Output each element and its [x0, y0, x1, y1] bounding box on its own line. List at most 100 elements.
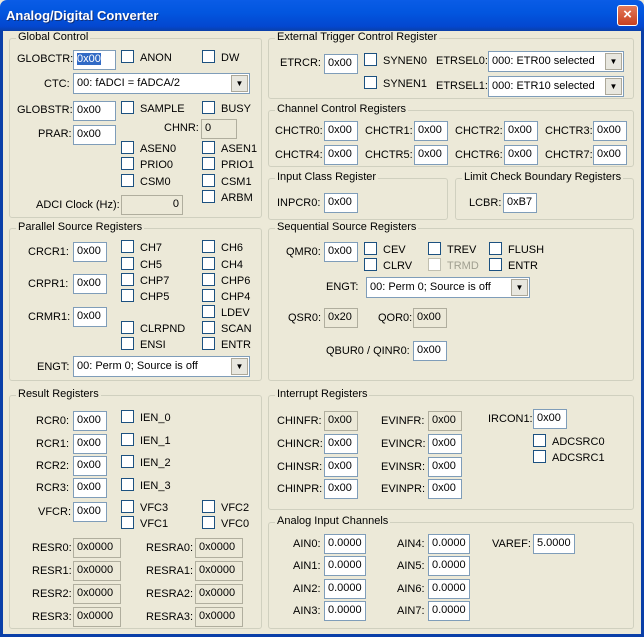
close-button[interactable]: ×: [617, 5, 638, 26]
csm0-checkbox[interactable]: CSM0: [121, 174, 171, 188]
trev-checkbox[interactable]: TREV: [428, 242, 476, 256]
scan-checkbox[interactable]: SCAN: [202, 321, 252, 335]
ain3-input[interactable]: 0.0000: [324, 601, 366, 621]
ain0-input[interactable]: 0.0000: [324, 534, 366, 554]
clrv-checkbox[interactable]: CLRV: [364, 258, 412, 272]
qmr0-input[interactable]: 0x00: [324, 242, 358, 262]
ctc-select[interactable]: 00: fADCI = fADCA/2 ▼: [73, 73, 250, 94]
evincr-input[interactable]: 0x00: [428, 434, 462, 454]
prio0-checkbox[interactable]: PRIO0: [121, 157, 173, 171]
chp4-checkbox[interactable]: CHP4: [202, 289, 250, 303]
chinpr-input[interactable]: 0x00: [324, 479, 358, 499]
etrcr-input[interactable]: 0x00: [324, 54, 358, 74]
ain1-input[interactable]: 0.0000: [324, 556, 366, 576]
ch5-checkbox[interactable]: CH5: [121, 257, 162, 271]
chp6-checkbox[interactable]: CHP6: [202, 273, 250, 287]
sample-checkbox[interactable]: SAMPLE: [121, 101, 185, 115]
adcsrc0-checkbox[interactable]: ADCSRC0: [533, 434, 605, 448]
evinpr-label: EVINPR:: [381, 483, 426, 495]
asen0-checkbox[interactable]: ASEN0: [121, 141, 176, 155]
synen0-checkbox[interactable]: SYNEN0: [364, 53, 427, 67]
ldev-checkbox[interactable]: LDEV: [202, 305, 250, 319]
csm1-checkbox[interactable]: CSM1: [202, 174, 252, 188]
crmr1-input[interactable]: 0x00: [73, 307, 107, 327]
resr3-label: RESR3:: [32, 611, 72, 623]
etrsel1-select[interactable]: 000: ETR10 selected ▼: [488, 76, 624, 97]
dw-checkbox[interactable]: DW: [202, 50, 239, 64]
adcsrc1-checkbox[interactable]: ADCSRC1: [533, 450, 605, 464]
group-title: Parallel Source Registers: [16, 221, 145, 233]
ien0-checkbox[interactable]: IEN_0: [121, 410, 171, 424]
clrpnd-checkbox[interactable]: CLRPND: [121, 321, 185, 335]
rcr0-input[interactable]: 0x00: [73, 411, 107, 431]
chp5-checkbox[interactable]: CHP5: [121, 289, 169, 303]
ien3-checkbox[interactable]: IEN_3: [121, 478, 171, 492]
chp7-checkbox[interactable]: CHP7: [121, 273, 169, 287]
etrsel1-label: ETRSEL1:: [436, 80, 488, 92]
chctr0-input[interactable]: 0x00: [324, 121, 358, 141]
chinsr-input[interactable]: 0x00: [324, 457, 358, 477]
prar-input[interactable]: 0x00: [73, 125, 116, 145]
vfc2-checkbox[interactable]: VFC2: [202, 500, 249, 514]
vfc3-checkbox[interactable]: VFC3: [121, 500, 168, 514]
qmr0-label: QMR0:: [286, 246, 321, 258]
resr0-label: RESR0:: [32, 542, 72, 554]
flush-checkbox[interactable]: FLUSH: [489, 242, 544, 256]
asen1-checkbox[interactable]: ASEN1: [202, 141, 257, 155]
prio1-checkbox[interactable]: PRIO1: [202, 157, 254, 171]
rcr1-input[interactable]: 0x00: [73, 434, 107, 454]
cev-checkbox[interactable]: CEV: [364, 242, 406, 256]
anon-checkbox[interactable]: ANON: [121, 50, 172, 64]
inpcr0-label: INPCR0:: [277, 197, 321, 209]
synen1-checkbox[interactable]: SYNEN1: [364, 76, 427, 90]
ain5-input[interactable]: 0.0000: [428, 556, 470, 576]
rcr2-input[interactable]: 0x00: [73, 456, 107, 476]
rcr3-input[interactable]: 0x00: [73, 478, 107, 498]
crcr1-input[interactable]: 0x00: [73, 242, 107, 262]
ain6-input[interactable]: 0.0000: [428, 579, 470, 599]
rcr2-label: RCR2:: [36, 460, 70, 472]
globctr-input[interactable]: 0x00: [73, 50, 116, 70]
chincr-input[interactable]: 0x00: [324, 434, 358, 454]
qbur0-input[interactable]: 0x00: [413, 341, 447, 361]
chctr7-input[interactable]: 0x00: [593, 145, 627, 165]
chctr3-input[interactable]: 0x00: [593, 121, 627, 141]
entr-checkbox[interactable]: ENTR: [202, 337, 251, 351]
parallel-engt-select[interactable]: 00: Perm 0; Source is off ▼: [73, 356, 250, 377]
ien2-checkbox[interactable]: IEN_2: [121, 455, 171, 469]
inpcr0-input[interactable]: 0x00: [324, 193, 358, 213]
lcbr-input[interactable]: 0xB7: [503, 193, 537, 213]
chctr2-input[interactable]: 0x00: [504, 121, 538, 141]
ch7-checkbox[interactable]: CH7: [121, 240, 162, 254]
resr1-label: RESR1:: [32, 565, 72, 577]
varef-input[interactable]: 5.0000: [533, 534, 575, 554]
ch4-checkbox[interactable]: CH4: [202, 257, 243, 271]
group-title: Sequential Source Registers: [275, 221, 419, 233]
etrsel0-select[interactable]: 000: ETR00 selected ▼: [488, 51, 624, 72]
ensi-checkbox[interactable]: ENSI: [121, 337, 166, 351]
globstr-input[interactable]: 0x00: [73, 101, 116, 121]
ircon1-input[interactable]: 0x00: [533, 409, 567, 429]
ain7-input[interactable]: 0.0000: [428, 601, 470, 621]
evinsr-input[interactable]: 0x00: [428, 457, 462, 477]
crmr1-label: CRMR1:: [28, 311, 71, 323]
ch6-checkbox[interactable]: CH6: [202, 240, 243, 254]
chctr6-input[interactable]: 0x00: [504, 145, 538, 165]
chctr4-input[interactable]: 0x00: [324, 145, 358, 165]
vfc1-checkbox[interactable]: VFC1: [121, 516, 168, 530]
seq-engt-select[interactable]: 00: Perm 0; Source is off ▼: [366, 277, 530, 298]
evinfr-label: EVINFR:: [381, 415, 425, 427]
busy-checkbox[interactable]: BUSY: [202, 101, 251, 115]
vfc0-checkbox[interactable]: VFC0: [202, 516, 249, 530]
chctr5-input[interactable]: 0x00: [414, 145, 448, 165]
arbm-checkbox[interactable]: ARBM: [202, 190, 253, 204]
crpr1-input[interactable]: 0x00: [73, 274, 107, 294]
seq-entr-checkbox[interactable]: ENTR: [489, 258, 538, 272]
ain4-input[interactable]: 0.0000: [428, 534, 470, 554]
chctr1-input[interactable]: 0x00: [414, 121, 448, 141]
trmd-checkbox[interactable]: TRMD: [428, 258, 479, 272]
vfcr-input[interactable]: 0x00: [73, 502, 107, 522]
ien1-checkbox[interactable]: IEN_1: [121, 433, 171, 447]
ain2-input[interactable]: 0.0000: [324, 579, 366, 599]
evinpr-input[interactable]: 0x00: [428, 479, 462, 499]
